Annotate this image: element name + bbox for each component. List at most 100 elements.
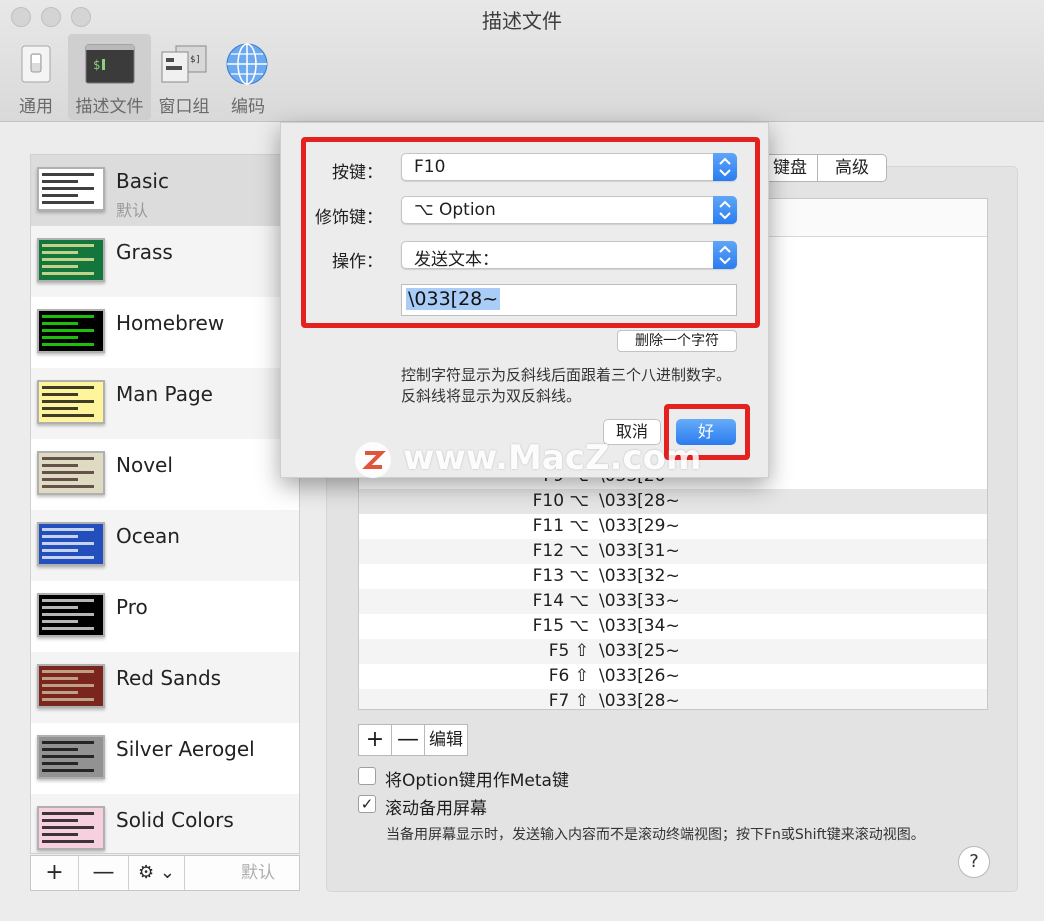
globe-icon bbox=[226, 43, 268, 85]
key-cell: F10 ⌥ bbox=[532, 491, 589, 511]
toolbar-encodings[interactable]: 编码 bbox=[220, 34, 276, 120]
highlight-box-fields bbox=[301, 137, 760, 328]
thumbnail-text-line bbox=[42, 457, 94, 460]
profile-thumbnail bbox=[37, 593, 105, 637]
switch-icon bbox=[21, 45, 51, 83]
remove-key-button[interactable]: — bbox=[391, 724, 425, 756]
profile-name: Basic bbox=[116, 169, 169, 193]
thumbnail-text-line bbox=[42, 677, 78, 680]
thumbnail-text-line bbox=[42, 684, 94, 687]
profile-item-solid-colors[interactable]: Solid Colors bbox=[31, 794, 299, 853]
thumbnail-text-line bbox=[42, 542, 94, 545]
thumbnail-text-line bbox=[42, 251, 78, 254]
thumbnail-text-line bbox=[42, 272, 94, 275]
scroll-alt-screen-checkbox[interactable]: ✓ bbox=[358, 795, 376, 813]
thumbnail-text-line bbox=[42, 620, 78, 623]
profile-list-buttons: + — ⚙ ⌄ 默认 bbox=[30, 855, 300, 891]
thumbnail-text-line bbox=[42, 265, 78, 268]
thumbnail-text-line bbox=[42, 478, 78, 481]
table-row[interactable]: F11 ⌥ \033[29~ bbox=[359, 514, 987, 539]
profile-thumbnail bbox=[37, 735, 105, 779]
action-cell: \033[31~ bbox=[599, 541, 680, 561]
profile-item-novel[interactable]: Novel bbox=[31, 439, 299, 510]
help-button[interactable]: ? bbox=[958, 846, 990, 878]
meta-key-checkbox[interactable] bbox=[358, 767, 376, 785]
thumbnail-text-line bbox=[42, 393, 78, 396]
scroll-alt-screen-label: 滚动备用屏幕 bbox=[385, 799, 487, 819]
profile-thumbnail bbox=[37, 238, 105, 282]
remove-profile-button[interactable]: — bbox=[79, 856, 129, 890]
action-cell: \033[25~ bbox=[599, 641, 680, 661]
tab-advanced[interactable]: 高级 bbox=[817, 154, 887, 182]
thumbnail-text-line bbox=[42, 741, 94, 744]
svg-text:$]: $] bbox=[190, 55, 201, 65]
thumbnail-text-line bbox=[42, 627, 94, 630]
profile-item-man-page[interactable]: Man Page bbox=[31, 368, 299, 439]
thumbnail-text-line bbox=[42, 691, 78, 694]
action-cell: \033[28~ bbox=[599, 491, 680, 511]
key-cell: F12 ⌥ bbox=[532, 541, 589, 561]
toolbar-profiles[interactable]: $ 描述文件 bbox=[68, 34, 151, 120]
thumbnail-text-line bbox=[42, 258, 94, 261]
thumbnail-text-line bbox=[42, 535, 78, 538]
add-profile-button[interactable]: + bbox=[31, 856, 79, 890]
profile-item-silver-aerogel[interactable]: Silver Aerogel bbox=[31, 723, 299, 794]
action-cell: \033[28~ bbox=[599, 691, 680, 710]
profile-name: Homebrew bbox=[116, 311, 225, 335]
table-row[interactable]: F14 ⌥ \033[33~ bbox=[359, 589, 987, 614]
tab-keyboard[interactable]: 键盘 bbox=[762, 154, 817, 182]
profile-default-tag: 默认 bbox=[116, 201, 149, 220]
profile-item-homebrew[interactable]: Homebrew bbox=[31, 297, 299, 368]
profile-item-red-sands[interactable]: Red Sands bbox=[31, 652, 299, 723]
add-key-button[interactable]: + bbox=[358, 724, 392, 756]
gear-menu-button[interactable]: ⚙ ⌄ bbox=[129, 856, 185, 890]
scroll-description: 当备用屏幕显示时，发送输入内容而不是滚动终端视图；按下Fn或Shift键来滚动视… bbox=[386, 827, 925, 843]
toolbar-window-groups[interactable]: $] 窗口组 bbox=[155, 34, 213, 120]
table-row[interactable]: F13 ⌥ \033[32~ bbox=[359, 564, 987, 589]
profile-item-basic[interactable]: Basic 默认 bbox=[31, 155, 299, 226]
profile-thumbnail bbox=[37, 664, 105, 708]
table-row[interactable]: F6 ⇧ \033[26~ bbox=[359, 664, 987, 689]
profile-name: Solid Colors bbox=[116, 808, 234, 832]
table-row[interactable]: F10 ⌥ \033[28~ bbox=[359, 489, 987, 514]
profile-item-grass[interactable]: Grass bbox=[31, 226, 299, 297]
table-row[interactable]: F7 ⇧ \033[28~ bbox=[359, 689, 987, 710]
table-row[interactable]: F15 ⌥ \033[34~ bbox=[359, 614, 987, 639]
table-row[interactable]: F12 ⌥ \033[31~ bbox=[359, 539, 987, 564]
thumbnail-text-line bbox=[42, 201, 94, 204]
thumbnail-text-line bbox=[42, 840, 94, 843]
meta-key-label: 将Option键用作Meta键 bbox=[385, 771, 569, 791]
thumbnail-text-line bbox=[42, 173, 94, 176]
set-default-button[interactable]: 默认 bbox=[216, 856, 300, 890]
toolbar-label: 通用 bbox=[19, 97, 53, 117]
thumbnail-text-line bbox=[42, 464, 78, 467]
thumbnail-text-line bbox=[42, 329, 94, 332]
action-cell: \033[26~ bbox=[599, 666, 680, 686]
window-title: 描述文件 bbox=[482, 9, 562, 33]
table-row[interactable]: F5 ⇧ \033[25~ bbox=[359, 639, 987, 664]
profile-item-ocean[interactable]: Ocean bbox=[31, 510, 299, 581]
terminal-icon: $ bbox=[85, 44, 135, 84]
toolbar-label: 编码 bbox=[231, 97, 265, 117]
action-cell: \033[32~ bbox=[599, 566, 680, 586]
thumbnail-text-line bbox=[42, 606, 78, 609]
thumbnail-text-line bbox=[42, 755, 94, 758]
thumbnail-text-line bbox=[42, 549, 78, 552]
thumbnail-text-line bbox=[42, 386, 94, 389]
toolbar-label: 窗口组 bbox=[158, 97, 210, 117]
profile-thumbnail bbox=[37, 451, 105, 495]
thumbnail-text-line bbox=[42, 769, 94, 772]
toolbar-label: 描述文件 bbox=[75, 97, 144, 117]
profile-item-pro[interactable]: Pro bbox=[31, 581, 299, 652]
thumbnail-text-line bbox=[42, 400, 94, 403]
key-cell: F14 ⌥ bbox=[532, 591, 589, 611]
edit-key-button[interactable]: 编辑 bbox=[424, 724, 468, 756]
action-cell: \033[33~ bbox=[599, 591, 680, 611]
thumbnail-text-line bbox=[42, 833, 78, 836]
window-groups-icon: $] bbox=[161, 45, 207, 83]
thumbnail-text-line bbox=[42, 244, 94, 247]
control-char-hint: 控制字符显示为反斜线后面跟着三个八进制数字。反斜线将显示为双反斜线。 bbox=[401, 366, 732, 405]
thumbnail-text-line bbox=[42, 670, 94, 673]
toolbar-general[interactable]: 通用 bbox=[10, 34, 62, 120]
delete-character-button[interactable]: 删除一个字符 bbox=[617, 330, 737, 352]
